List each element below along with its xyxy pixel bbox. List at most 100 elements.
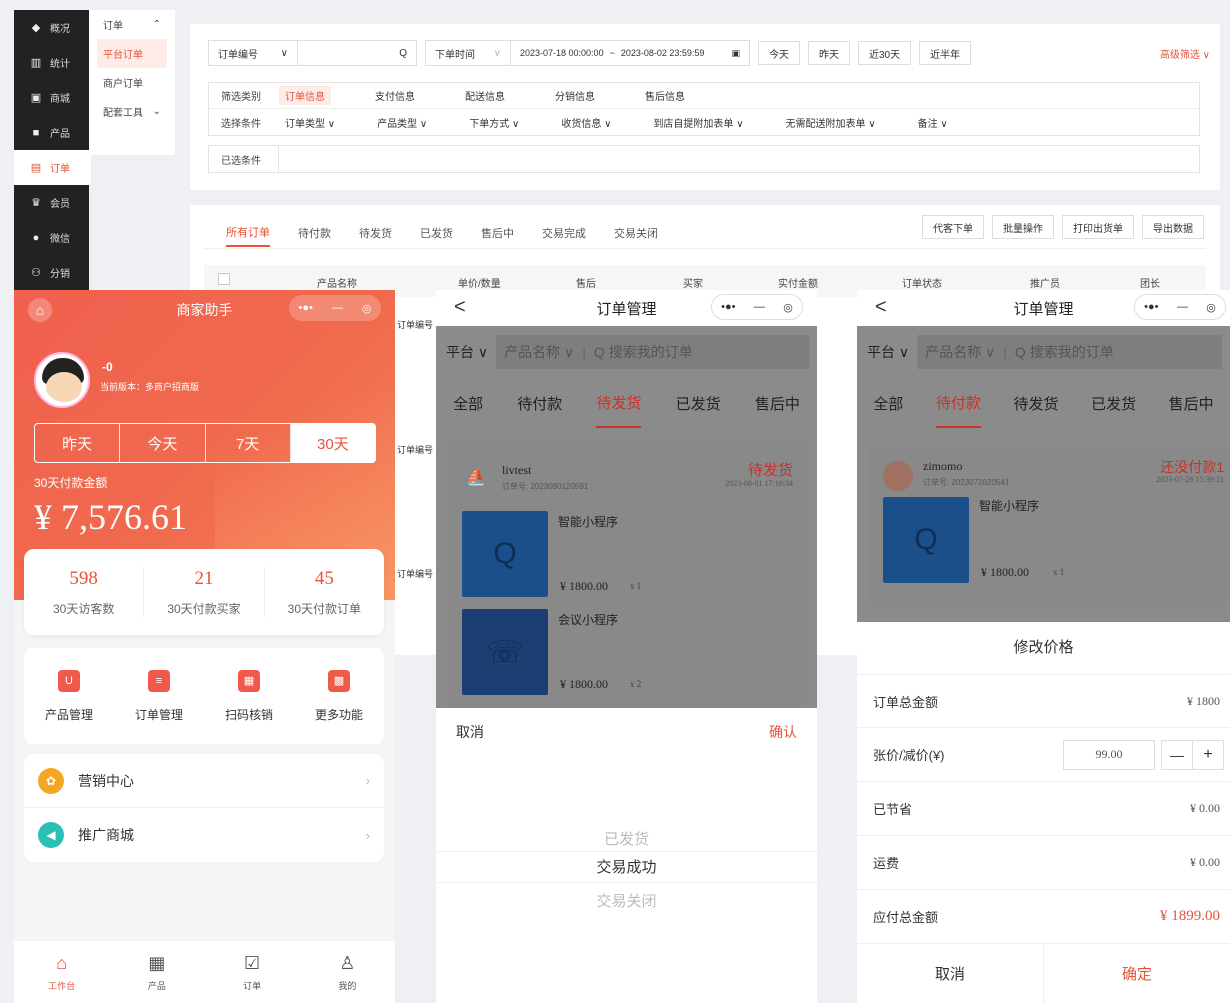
promotion-mall-item[interactable]: ◀ 推广商城 › (24, 808, 384, 862)
more-icon[interactable]: •●• (721, 301, 735, 313)
proxy-order-button[interactable]: 代客下单 (922, 215, 984, 239)
stat-orders[interactable]: 45 30天付款订单 (265, 568, 384, 617)
tab-aftersale[interactable]: 售后中 (1169, 378, 1214, 428)
back-icon[interactable]: < (454, 296, 466, 319)
cond-pickup-form[interactable]: 到店自提附加表单 ∨ (647, 113, 749, 132)
tab-aftersale[interactable]: 售后中 (481, 219, 514, 247)
mini-capsule[interactable]: •●• — ◎ (289, 295, 381, 321)
more-functions-button[interactable]: ▩ 更多功能 (294, 669, 384, 723)
marketing-center-item[interactable]: ✿ 营销中心 › (24, 754, 384, 808)
export-data-button[interactable]: 导出数据 (1142, 215, 1204, 239)
picker-confirm-button[interactable]: 确认 (769, 722, 797, 742)
sidebar-item-members[interactable]: ♛ 会员 (14, 185, 89, 220)
tab-closed[interactable]: 交易关闭 (614, 219, 658, 247)
category-distribution-info[interactable]: 分销信息 (549, 86, 601, 105)
picker-cancel-button[interactable]: 取消 (456, 722, 484, 742)
sub-item-merchant-orders[interactable]: 商户订单 (89, 68, 175, 97)
search-input[interactable]: 产品名称 ∨ | Q 搜索我的订单 (917, 335, 1222, 369)
tab-shipped[interactable]: 已发货 (1091, 378, 1136, 428)
time-select[interactable]: 下单时间 ∨ (425, 40, 511, 66)
cond-receiver[interactable]: 收货信息 ∨ (555, 113, 617, 132)
tab-pending-payment[interactable]: 待付款 (517, 378, 562, 428)
sidebar-item-orders[interactable]: ▤ 订单 (14, 150, 91, 185)
product-management-button[interactable]: U 产品管理 (24, 669, 114, 723)
order-card[interactable]: ⛵ livtest 订单号: 2023080120591 待发货 2023-08… (446, 437, 807, 707)
confirm-button[interactable]: 确定 (1044, 944, 1230, 1003)
select-all-checkbox[interactable] (218, 273, 230, 285)
tab-all-orders[interactable]: 所有订单 (226, 219, 270, 247)
stat-visitors[interactable]: 598 30天访客数 (24, 568, 143, 617)
last-half-year-button[interactable]: 近半年 (919, 41, 972, 65)
minimize-icon[interactable]: — (754, 301, 765, 313)
picker-option-selected[interactable]: 交易成功 (436, 851, 817, 883)
sidebar-item-overview[interactable]: ◆ 概况 (14, 10, 89, 45)
category-payment-info[interactable]: 支付信息 (369, 86, 421, 105)
tab-pending-payment[interactable]: 待付款 (935, 378, 981, 428)
mini-capsule[interactable]: •●• — ◎ (711, 294, 803, 320)
picker-option[interactable]: 交易关闭 (436, 890, 817, 911)
platform-select[interactable]: 平台 ∨ (867, 342, 909, 362)
cancel-button[interactable]: 取消 (857, 944, 1044, 1003)
tab-pending-shipment[interactable]: 待发货 (596, 378, 642, 428)
print-invoice-button[interactable]: 打印出货单 (1062, 215, 1134, 239)
range-yesterday[interactable]: 昨天 (35, 424, 121, 462)
sidebar-item-products[interactable]: ■ 产品 (14, 115, 89, 150)
sub-item-platform-orders[interactable]: 平台订单 (97, 39, 167, 68)
stat-buyers[interactable]: 21 30天付款买家 (144, 568, 263, 617)
category-delivery-info[interactable]: 配送信息 (459, 86, 511, 105)
order-card[interactable]: zimomo 订单号: 2023072620541 还没付款1 2023-07-… (869, 445, 1228, 605)
sidebar-item-stats[interactable]: ▥ 统计 (14, 45, 89, 80)
nav-products[interactable]: ▦ 产品 (109, 941, 204, 1003)
minus-button[interactable]: — (1161, 739, 1193, 770)
platform-select[interactable]: 平台 ∨ (446, 342, 488, 362)
category-order-info[interactable]: 订单信息 (279, 86, 331, 105)
close-circle-icon[interactable]: ◎ (362, 302, 372, 315)
cond-no-delivery-form[interactable]: 无需配送附加表单 ∨ (780, 113, 882, 132)
sub-item-tools[interactable]: 配套工具 ⌄ (89, 97, 175, 126)
cond-order-method[interactable]: 下单方式 ∨ (463, 113, 525, 132)
minimize-icon[interactable]: — (332, 302, 343, 314)
range-today[interactable]: 今天 (120, 424, 206, 462)
category-aftersale-info[interactable]: 售后信息 (639, 86, 691, 105)
tab-pending-shipment[interactable]: 待发货 (359, 219, 392, 247)
tab-shipped[interactable]: 已发货 (420, 219, 453, 247)
tab-shipped[interactable]: 已发货 (676, 378, 721, 428)
minimize-icon[interactable]: — (1177, 301, 1188, 313)
tab-pending-shipment[interactable]: 待发货 (1013, 378, 1058, 428)
cond-remark[interactable]: 备注 ∨ (912, 113, 954, 132)
close-circle-icon[interactable]: ◎ (1206, 301, 1216, 314)
close-circle-icon[interactable]: ◎ (783, 301, 793, 314)
sidebar-item-mall[interactable]: ▣ 商城 (14, 80, 89, 115)
scan-verify-button[interactable]: ▦ 扫码核销 (204, 669, 294, 723)
sidebar-item-distribution[interactable]: ⚇ 分销 (14, 255, 89, 290)
batch-operation-button[interactable]: 批量操作 (992, 215, 1054, 239)
product-select[interactable]: 产品名称 ∨ (925, 342, 995, 362)
more-icon[interactable]: •●• (1144, 301, 1158, 313)
picker-option[interactable]: 已发货 (436, 828, 817, 849)
adjust-price-input[interactable]: 99.00 (1063, 739, 1155, 770)
advanced-filter-link[interactable]: 高级筛选 ∨ (1160, 46, 1210, 61)
cond-product-type[interactable]: 产品类型 ∨ (371, 113, 433, 132)
today-button[interactable]: 今天 (758, 41, 800, 65)
plus-button[interactable]: + (1192, 739, 1224, 770)
sidebar-item-wechat[interactable]: ● 微信 (14, 220, 89, 255)
range-30days[interactable]: 30天 (290, 424, 375, 462)
date-range-picker[interactable]: 2023-07-18 00:00:00 ~2023-08-02 23:59:59 ▣ (510, 40, 750, 66)
search-input[interactable]: 产品名称 ∨ | Q 搜索我的订单 (496, 335, 809, 369)
tab-aftersale[interactable]: 售后中 (755, 378, 800, 428)
more-icon[interactable]: •●• (299, 302, 313, 314)
tab-completed[interactable]: 交易完成 (542, 219, 586, 247)
field-select[interactable]: 订单编号 ∨ (208, 40, 298, 66)
last-30-days-button[interactable]: 近30天 (858, 41, 912, 65)
nav-workbench[interactable]: ⌂ 工作台 (14, 941, 109, 1003)
cond-order-type[interactable]: 订单类型 ∨ (279, 113, 341, 132)
sub-group-orders[interactable]: 订单 ⌃ (89, 10, 175, 39)
nav-orders[interactable]: ☑ 订单 (205, 941, 300, 1003)
tab-all[interactable]: 全部 (873, 378, 903, 428)
tab-all[interactable]: 全部 (453, 378, 483, 428)
nav-mine[interactable]: ♙ 我的 (300, 941, 395, 1003)
back-icon[interactable]: < (875, 296, 887, 319)
search-input[interactable]: Q (297, 40, 417, 66)
tab-pending-payment[interactable]: 待付款 (298, 219, 331, 247)
product-select[interactable]: 产品名称 ∨ (504, 342, 574, 362)
